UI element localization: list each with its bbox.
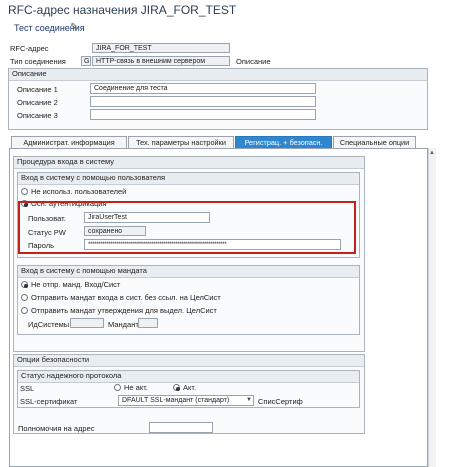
radio-no-ticket-label: Не отпр. манд. Вход/Сист bbox=[31, 280, 121, 289]
rfc-value-field[interactable]: JIRA_FOR_TEST bbox=[92, 43, 230, 53]
radio-no-ticket[interactable] bbox=[21, 281, 28, 288]
tab-admin-info[interactable]: Администрат. информация bbox=[11, 136, 127, 148]
radio-no-user-label: Не использ. пользователей bbox=[31, 187, 127, 196]
conn-type-label: Тип соединения bbox=[10, 57, 66, 66]
radio-no-user[interactable] bbox=[21, 188, 28, 195]
description-2-label: Описание 2 bbox=[17, 98, 58, 107]
mandt-field bbox=[138, 318, 158, 328]
highlight-box bbox=[18, 201, 356, 254]
description-3-label: Описание 3 bbox=[17, 111, 58, 120]
vertical-scrollbar[interactable] bbox=[428, 148, 436, 467]
tab-special-options[interactable]: Специальные опции bbox=[333, 136, 416, 148]
conn-type-value-field: HTTP-связь в внешним сервером bbox=[92, 56, 230, 66]
description-1-input[interactable]: Соединение для теста bbox=[90, 83, 316, 94]
conn-type-code-field[interactable]: G bbox=[81, 56, 91, 66]
description-2-input[interactable] bbox=[90, 96, 316, 107]
chevron-down-icon[interactable]: ▼ bbox=[246, 397, 252, 403]
authority-label: Полномочия на адрес bbox=[18, 424, 95, 433]
ssl-cert-label: SSL-сертификат bbox=[20, 397, 78, 406]
logon-procedure-title: Процедура входа в систему bbox=[14, 157, 364, 169]
ssl-label: SSL bbox=[20, 384, 35, 393]
window-title: RFC-адрес назначения JIRA_FOR_TEST bbox=[8, 3, 237, 17]
tab-tech-settings[interactable]: Тех. параметры настройки bbox=[128, 136, 234, 148]
sysid-field bbox=[70, 318, 104, 328]
radio-send-ticket[interactable] bbox=[21, 294, 28, 301]
tab-logon-security[interactable]: Регистрац. + безопасн. bbox=[235, 136, 332, 148]
radio-confirm-ticket[interactable] bbox=[21, 307, 28, 314]
ssl-status-title: Статус надежного протокола bbox=[18, 371, 359, 383]
radio-ssl-on-label: Акт. bbox=[183, 383, 197, 392]
scroll-up-icon[interactable]: ▲ bbox=[429, 150, 435, 156]
radio-confirm-ticket-label: Отправить мандат утверждения для выдел. … bbox=[31, 306, 217, 315]
radio-send-ticket-label: Отправить мандат входа в сист. без ссыл.… bbox=[31, 293, 221, 302]
ticket-logon-title: Вход в систему с помощью мандата bbox=[18, 266, 359, 278]
radio-ssl-on[interactable] bbox=[173, 384, 180, 391]
user-logon-title: Вход в систему с помощью пользователя bbox=[18, 173, 359, 185]
security-options-title: Опции безопасности bbox=[14, 355, 364, 367]
description-3-input[interactable] bbox=[90, 109, 316, 120]
cert-list-link[interactable]: СписСертиф bbox=[258, 397, 303, 406]
tools-icon[interactable]: ✎ bbox=[70, 22, 78, 33]
ssl-cert-select[interactable]: DFAULT SSL-мандант (стандарт) bbox=[118, 395, 254, 406]
radio-ssl-off[interactable] bbox=[114, 384, 121, 391]
mandt-label: Мандант bbox=[108, 320, 139, 329]
conn-type-desc-label: Описание bbox=[236, 57, 271, 66]
description-group-title: Описание bbox=[9, 69, 427, 81]
radio-ssl-off-label: Не акт. bbox=[124, 383, 148, 392]
authority-input[interactable] bbox=[149, 422, 213, 433]
rfc-label: RFC-адрес bbox=[10, 44, 49, 53]
description-1-label: Описание 1 bbox=[17, 85, 58, 94]
sysid-label: ИдСистемы bbox=[28, 320, 70, 329]
